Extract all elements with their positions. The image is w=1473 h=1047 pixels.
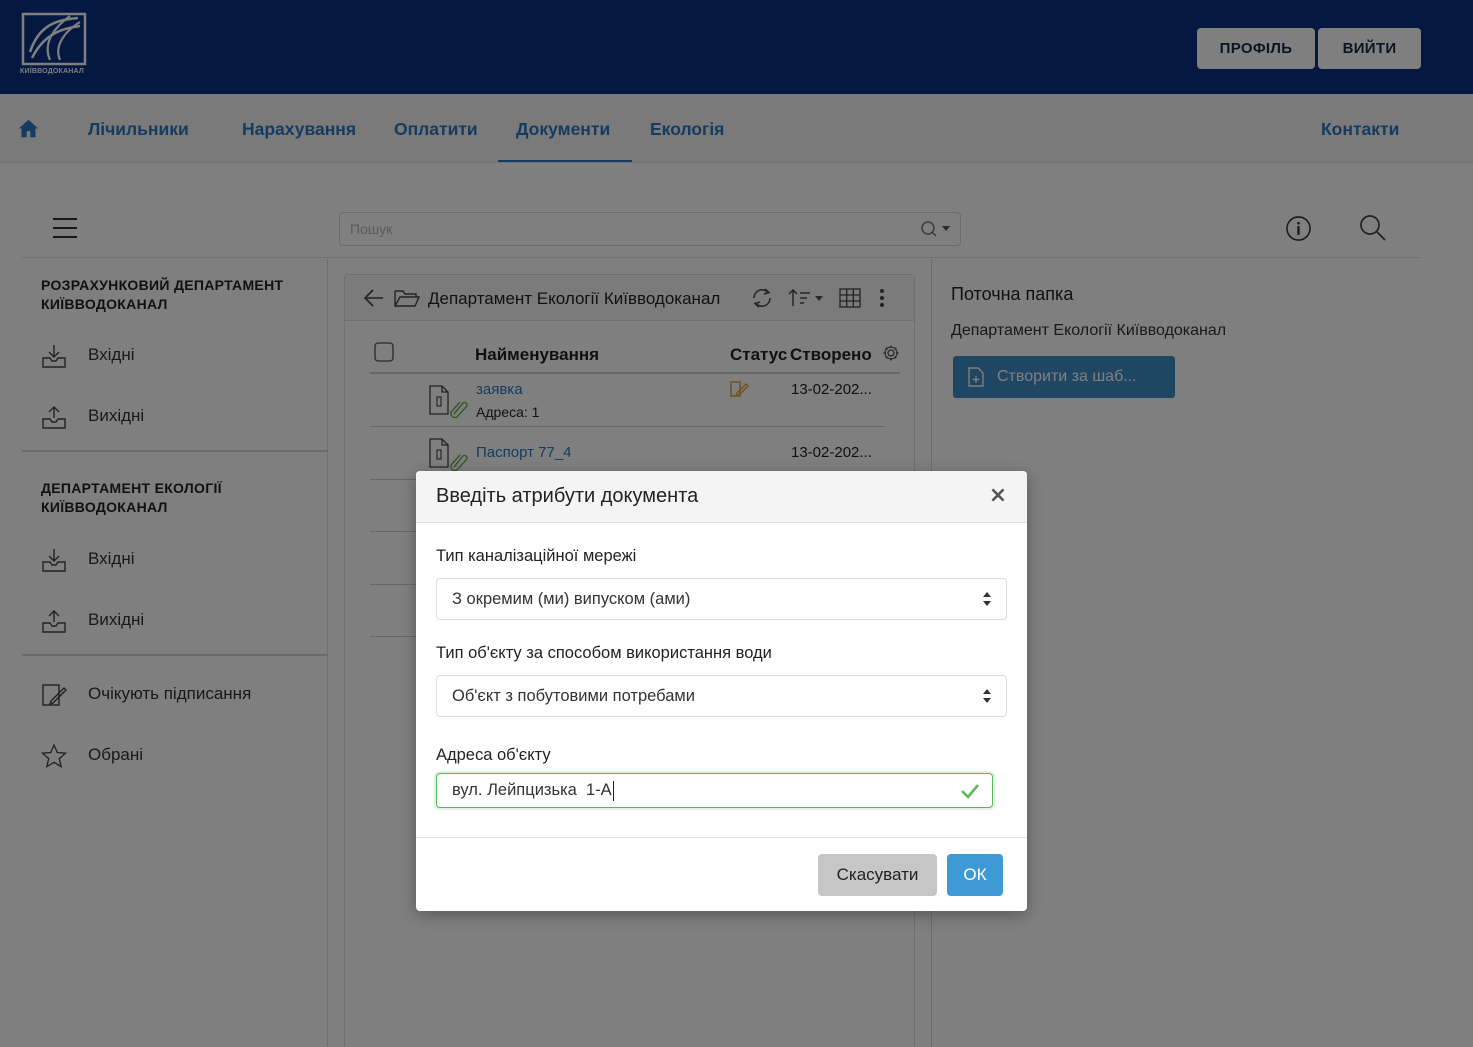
close-icon[interactable]: ×: [986, 484, 1010, 508]
sewer-network-type-label: Тип каналізаційної мережі: [436, 547, 637, 565]
object-address-input[interactable]: вул. Лейпцизька 1-А: [436, 773, 993, 808]
dialog-header: Введіть атрибути документа ×: [416, 471, 1027, 523]
dialog-footer-divider: [416, 837, 1027, 838]
water-use-object-type-value: Об'єкт з побутовими потребами: [452, 687, 695, 705]
sewer-network-type-value: З окремим (ми) випуском (ами): [452, 590, 691, 608]
sewer-network-type-select[interactable]: З окремим (ми) випуском (ами): [436, 578, 1007, 620]
cancel-button[interactable]: Скасувати: [818, 854, 937, 896]
ok-button[interactable]: ОК: [947, 854, 1003, 896]
dialog-title: Введіть атрибути документа: [436, 485, 699, 507]
select-arrows-icon: [983, 592, 991, 606]
water-use-object-type-select[interactable]: Об'єкт з побутовими потребами: [436, 675, 1007, 717]
water-use-object-type-label: Тип об'єкту за способом використання вод…: [436, 644, 772, 662]
document-attributes-dialog: Введіть атрибути документа × Тип каналіз…: [416, 471, 1027, 911]
object-address-value: вул. Лейпцизька 1-А: [452, 781, 612, 799]
object-address-label: Адреса об'єкту: [436, 746, 551, 764]
select-arrows-icon: [983, 689, 991, 703]
text-caret: [612, 780, 614, 801]
check-icon: [961, 784, 979, 799]
